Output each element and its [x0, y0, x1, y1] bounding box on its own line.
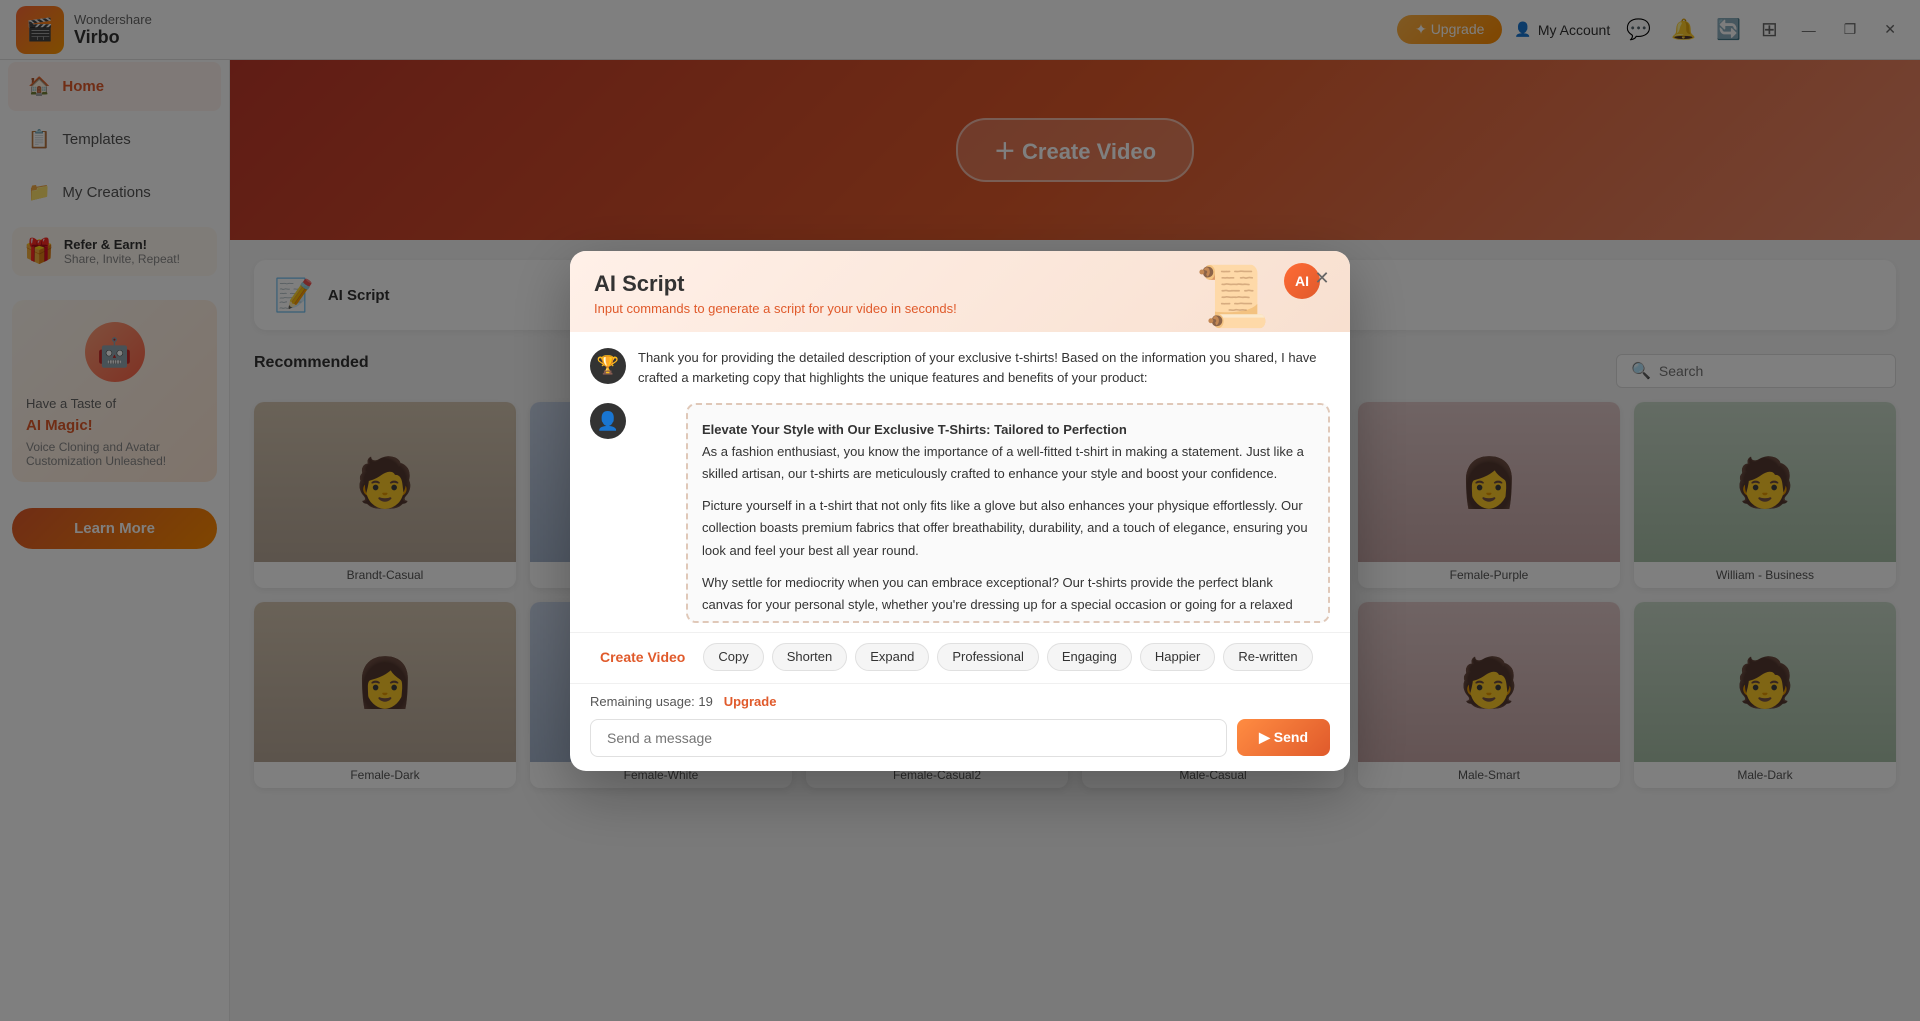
engaging-button[interactable]: Engaging	[1047, 643, 1132, 671]
modal-title: AI Script	[594, 271, 957, 297]
bot-response: Thank you for providing the detailed des…	[638, 348, 1330, 390]
copy-button[interactable]: Copy	[703, 643, 763, 671]
modal-header-content: AI Script Input commands to generate a s…	[594, 271, 957, 316]
upgrade-link[interactable]: Upgrade	[724, 694, 777, 709]
bot-message: 🏆 Thank you for providing the detailed d…	[590, 348, 1330, 390]
message-input[interactable]	[590, 719, 1227, 757]
ai-script-modal: AI Script Input commands to generate a s…	[570, 251, 1350, 771]
modal-actions: Create Video Copy Shorten Expand Profess…	[570, 632, 1350, 683]
re-written-button[interactable]: Re-written	[1223, 643, 1312, 671]
happier-button[interactable]: Happier	[1140, 643, 1216, 671]
scroll-decoration: 📜	[1195, 261, 1270, 332]
modal-body: 🏆 Thank you for providing the detailed d…	[570, 332, 1350, 632]
professional-button[interactable]: Professional	[937, 643, 1039, 671]
bot-avatar: 🏆	[590, 348, 626, 384]
script-section: 👤 Elevate Your Style with Our Exclusive …	[590, 403, 1330, 623]
send-button[interactable]: ▶ Send	[1237, 719, 1330, 756]
shorten-button[interactable]: Shorten	[772, 643, 848, 671]
remaining-label: Remaining usage: 19	[590, 694, 713, 709]
script-content[interactable]: Elevate Your Style with Our Exclusive T-…	[686, 403, 1330, 623]
remaining-usage: Remaining usage: 19 Upgrade	[590, 694, 1330, 709]
message-row: ▶ Send	[590, 719, 1330, 757]
script-paragraph-3: Why settle for mediocrity when you can e…	[702, 572, 1314, 623]
modal-header: AI Script Input commands to generate a s…	[570, 251, 1350, 332]
script-paragraph-2: Picture yourself in a t-shirt that not o…	[702, 495, 1314, 561]
script-title: Elevate Your Style with Our Exclusive T-…	[702, 422, 1127, 437]
script-paragraph-1: As a fashion enthusiast, you know the im…	[702, 441, 1314, 485]
create-video-action-button[interactable]: Create Video	[590, 643, 695, 671]
modal-overlay: AI Script Input commands to generate a s…	[0, 0, 1920, 1021]
modal-subtitle: Input commands to generate a script for …	[594, 301, 957, 316]
expand-button[interactable]: Expand	[855, 643, 929, 671]
user-avatar: 👤	[590, 403, 626, 439]
modal-footer: Remaining usage: 19 Upgrade ▶ Send	[570, 683, 1350, 771]
modal-close-button[interactable]: ✕	[1308, 265, 1336, 293]
